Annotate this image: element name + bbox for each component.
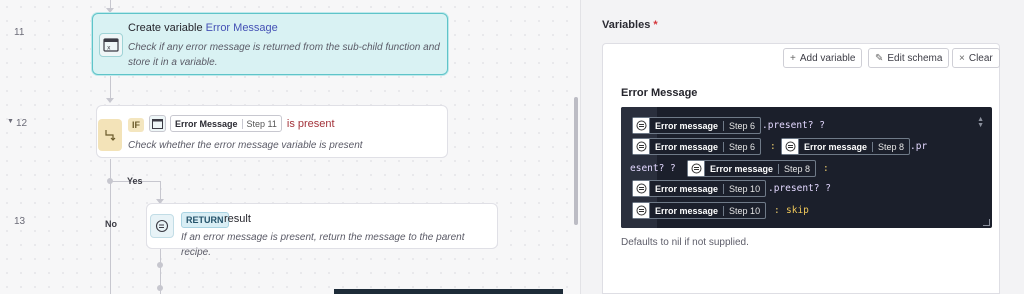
return-keyword-tag: RETURN xyxy=(181,212,229,228)
datapill-icon xyxy=(633,203,650,218)
datapill-step: Step 10 xyxy=(723,205,765,216)
formula-datapill[interactable]: Error message Step 6 xyxy=(632,138,762,155)
expand-stepper-icon[interactable]: ▲ ▼ xyxy=(977,116,984,129)
datapill-icon xyxy=(688,161,705,176)
return-value: result xyxy=(224,213,251,225)
svg-text:x: x xyxy=(107,45,111,52)
formula-token: .pr xyxy=(910,141,928,152)
connector-dot xyxy=(157,262,163,268)
datapill-name: Error message xyxy=(655,183,719,194)
condition-branch-icon xyxy=(98,119,122,151)
step-create-variable-card[interactable]: x Create variable Error Message Check if… xyxy=(92,13,448,75)
error-message-datapill[interactable]: Error Message Step 11 xyxy=(170,115,282,132)
datapill-icon xyxy=(633,139,650,154)
if-condition-row: Error Message Step 11 is present xyxy=(149,115,335,132)
clear-label: Clear xyxy=(968,52,993,64)
formula-token: esent? ? xyxy=(630,163,676,174)
connector-dot xyxy=(157,285,163,291)
line-number-13: 13 xyxy=(14,216,26,227)
formula-token: skip xyxy=(786,205,809,216)
datapill-name: Error Message xyxy=(175,118,238,129)
edit-schema-label: Edit schema xyxy=(887,52,943,64)
clear-button[interactable]: × Clear xyxy=(952,48,1000,68)
collapse-toggle-icon[interactable]: ▼ xyxy=(7,118,14,125)
step-title: Create variable Error Message xyxy=(128,22,278,34)
formula-datapill[interactable]: Error message Step 8 xyxy=(781,138,911,155)
datapill-name: Error message xyxy=(710,163,774,174)
step-description: If an error message is present, return t… xyxy=(181,232,465,258)
step-return-card[interactable]: RETURN result If an error message is pre… xyxy=(146,203,498,258)
bottom-toast-bar xyxy=(334,289,563,294)
step-if-card[interactable]: IF Error Message Step 11 is present Chec… xyxy=(96,105,448,158)
variables-label-text: Variables xyxy=(602,19,651,31)
datapill-step: Step 8 xyxy=(872,141,909,152)
formula-token: .present? ? xyxy=(762,120,825,131)
formula-token: : xyxy=(774,205,780,216)
resize-handle-icon[interactable] xyxy=(983,219,990,226)
formula-datapill[interactable]: Error message Step 10 xyxy=(632,180,767,197)
variable-step-icon: x xyxy=(99,33,123,57)
close-icon: × xyxy=(959,52,965,64)
variables-toolbar: + Add variable ✎ Edit schema × Clear xyxy=(602,43,1000,72)
line-number-12: 12 xyxy=(16,118,28,129)
variables-label: Variables * xyxy=(602,19,658,31)
datapill-name: Error message xyxy=(655,205,719,216)
step-title-prefix: Create variable xyxy=(128,22,203,34)
formula-token: : xyxy=(770,141,776,152)
if-condition-operator: is present xyxy=(286,117,335,130)
datapill-step: Step 11 xyxy=(241,118,281,129)
formula-datapill[interactable]: Error message Step 6 xyxy=(632,117,762,134)
connector-line xyxy=(160,181,161,201)
variable-name-label: Error Message xyxy=(621,87,698,99)
datapill-icon xyxy=(633,118,650,133)
edit-schema-button[interactable]: ✎ Edit schema xyxy=(868,48,950,68)
if-keyword-tag: IF xyxy=(128,118,144,132)
datapill-step: Step 10 xyxy=(723,183,765,194)
connector-arrow xyxy=(106,98,114,103)
variable-editor: Error Message fx Error message Step 6 .p… xyxy=(602,71,1000,294)
formula-token: .present? ? xyxy=(768,183,831,194)
step-description: Check whether the error message variable… xyxy=(128,140,363,151)
formula-editor[interactable]: fx Error message Step 6 .present? ? Erro… xyxy=(621,107,992,228)
variable-name-link[interactable]: Error Message xyxy=(206,22,278,34)
datapill-step: Step 6 xyxy=(723,120,760,131)
datapill-step: Step 8 xyxy=(778,163,815,174)
pencil-icon: ✎ xyxy=(875,52,884,64)
datapill-icon xyxy=(149,115,166,132)
step-description: Check if any error message is returned f… xyxy=(128,42,440,68)
formula-datapill[interactable]: Error message Step 8 xyxy=(687,160,817,177)
add-variable-button[interactable]: + Add variable xyxy=(783,48,863,68)
required-marker: * xyxy=(653,19,658,31)
return-step-icon xyxy=(150,214,174,238)
variable-hint-text: Defaults to nil if not supplied. xyxy=(621,237,749,248)
datapill-icon xyxy=(633,181,650,196)
connector-line xyxy=(110,75,111,99)
formula-token: : xyxy=(823,163,829,174)
branch-no-label: No xyxy=(105,219,117,229)
datapill-step: Step 6 xyxy=(723,141,760,152)
datapill-name: Error message xyxy=(655,141,719,152)
datapill-icon xyxy=(782,139,799,154)
datapill-name: Error message xyxy=(804,141,868,152)
datapill-name: Error message xyxy=(655,120,719,131)
plus-icon: + xyxy=(790,52,796,64)
recipe-canvas: Yes No 11 ▼ 12 13 x Create variable Erro… xyxy=(0,0,580,294)
formula-datapill[interactable]: Error message Step 10 xyxy=(632,202,767,219)
branch-yes-label: Yes xyxy=(127,176,143,186)
add-variable-label: Add variable xyxy=(799,52,856,64)
variables-panel: Variables * + Add variable ✎ Edit schema… xyxy=(580,0,1024,294)
line-number-11: 11 xyxy=(14,27,25,38)
canvas-scrollbar[interactable] xyxy=(574,97,578,225)
